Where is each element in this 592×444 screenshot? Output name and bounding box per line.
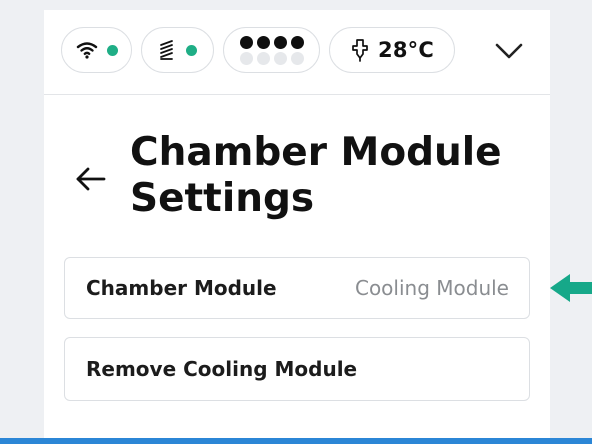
page-title: Chamber Module Settings [130, 130, 502, 221]
cell-dot [290, 51, 304, 65]
temperature-pill[interactable]: 28°C [329, 27, 455, 73]
chevron-down-icon[interactable] [492, 38, 526, 62]
module-connected-indicator [186, 44, 197, 56]
cell-dot [290, 35, 304, 49]
cell-dot [273, 51, 287, 65]
cell-dot [273, 35, 287, 49]
cell-status-pill[interactable] [223, 27, 320, 73]
settings-panel: 28°C Chamber Module Settings Chamber Mod… [44, 10, 550, 444]
pointer-arrow-icon [550, 274, 592, 302]
cell-dot [256, 51, 270, 65]
status-bar: 28°C [44, 10, 550, 95]
remove-cooling-module-button[interactable]: Remove Cooling Module [64, 337, 530, 401]
wifi-status-pill[interactable] [61, 27, 132, 73]
module-stack-icon [160, 40, 173, 60]
chamber-module-row[interactable]: Chamber Module Cooling Module [64, 257, 530, 319]
chamber-module-label: Chamber Module [86, 276, 277, 300]
module-status-pill[interactable] [141, 27, 214, 73]
temperature-value: 28°C [378, 38, 434, 62]
cell-dot [239, 35, 253, 49]
wifi-connected-indicator [106, 44, 118, 56]
cell-dot [239, 51, 253, 65]
bottom-accent-line [0, 438, 592, 444]
cell-dot [256, 35, 270, 49]
back-arrow-icon[interactable] [74, 165, 108, 193]
cell-row-top [238, 35, 306, 49]
remove-cooling-module-label: Remove Cooling Module [86, 357, 358, 381]
cell-row-bottom [238, 51, 306, 65]
wifi-icon [76, 42, 97, 59]
chamber-module-value: Cooling Module [354, 276, 509, 300]
temperature-probe-icon [352, 39, 368, 62]
